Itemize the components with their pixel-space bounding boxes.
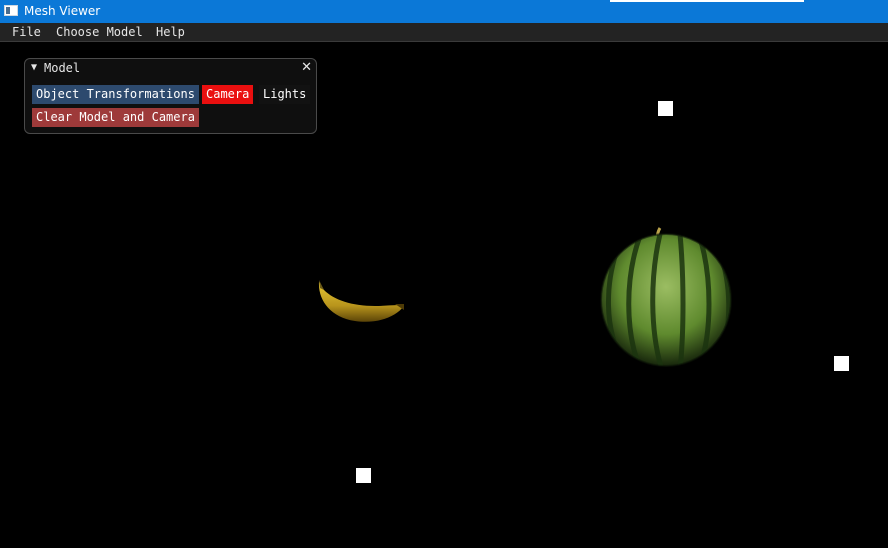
clear-model-and-camera-button[interactable]: Clear Model and Camera bbox=[32, 108, 199, 127]
model-panel-title: Model bbox=[44, 61, 81, 75]
menu-choose-model[interactable]: Choose Model bbox=[56, 25, 143, 39]
main-menu-bar: File Choose Model Help bbox=[0, 23, 888, 42]
watermelon-model[interactable] bbox=[600, 227, 732, 370]
title-bar: Mesh Viewer bbox=[0, 0, 888, 23]
menu-file[interactable]: File bbox=[12, 25, 41, 39]
title-bar-search-field[interactable] bbox=[610, 0, 804, 2]
model-panel[interactable]: ▼ Model ✕ Object Transformations Camera … bbox=[24, 58, 317, 134]
object-transformations-button[interactable]: Object Transformations bbox=[32, 85, 199, 104]
model-panel-title-bar[interactable]: ▼ Model ✕ bbox=[25, 59, 316, 79]
banana-model[interactable] bbox=[318, 280, 404, 322]
light-marker[interactable] bbox=[356, 468, 371, 483]
close-icon[interactable]: ✕ bbox=[301, 60, 312, 75]
camera-button[interactable]: Camera bbox=[202, 85, 254, 104]
light-marker[interactable] bbox=[658, 101, 673, 116]
light-marker[interactable] bbox=[834, 356, 849, 371]
app-window-icon bbox=[4, 5, 18, 16]
window-title: Mesh Viewer bbox=[24, 4, 101, 18]
triangle-down-icon[interactable]: ▼ bbox=[31, 62, 37, 73]
menu-help[interactable]: Help bbox=[156, 25, 185, 39]
lights-button[interactable]: Lights bbox=[259, 85, 311, 104]
